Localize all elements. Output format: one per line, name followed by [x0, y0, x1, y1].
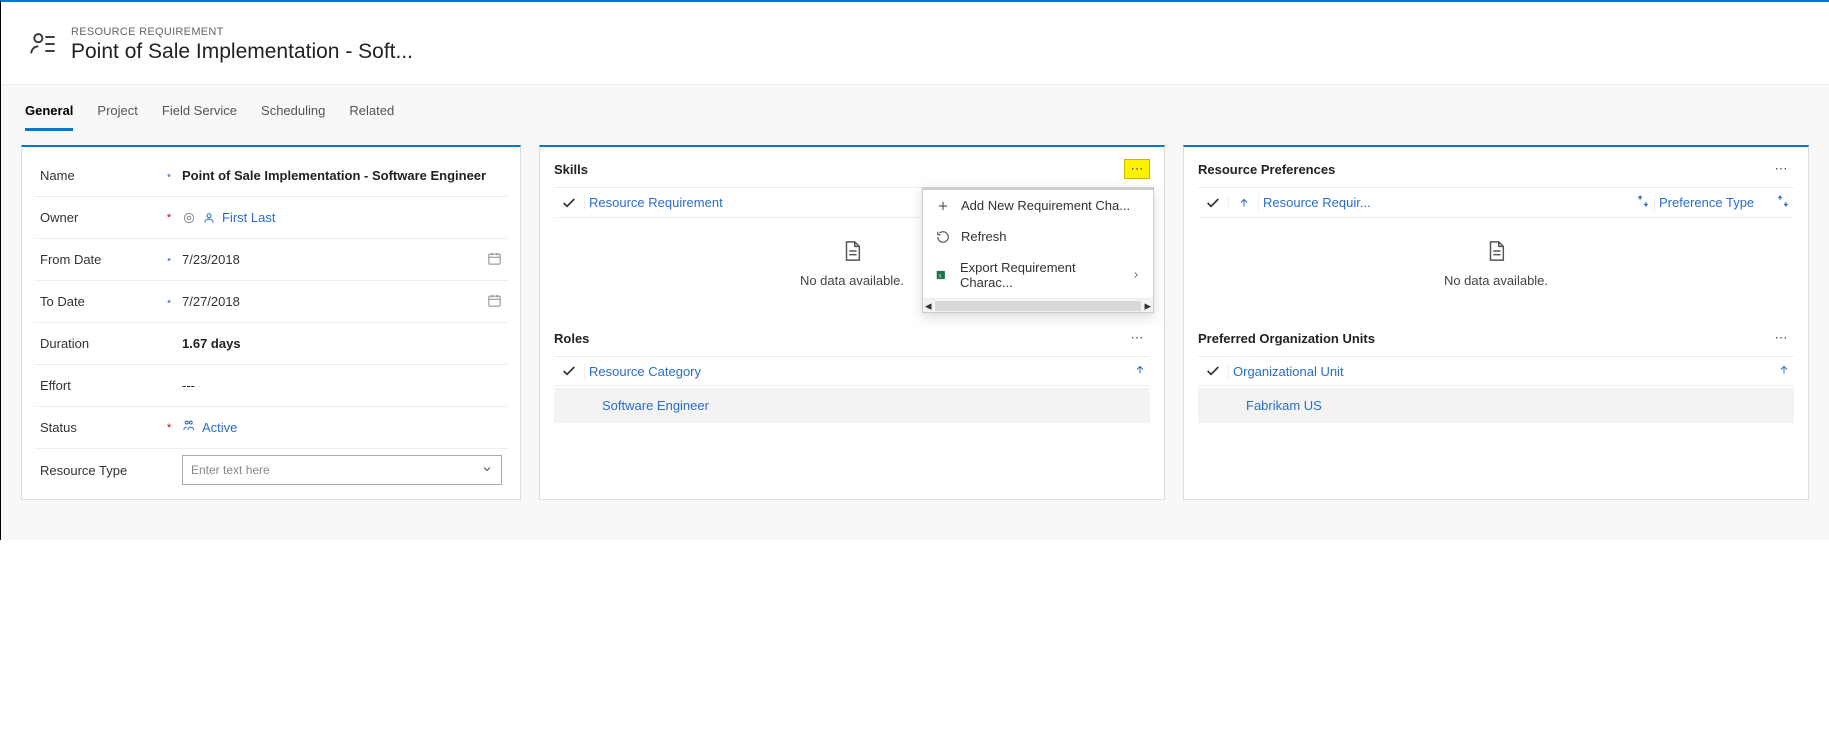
prefs-empty-state: No data available. — [1198, 218, 1794, 298]
owner-label: Owner — [40, 210, 162, 225]
duration-value: 1.67 days — [176, 336, 502, 351]
from-date-label: From Date — [40, 252, 162, 267]
tab-related[interactable]: Related — [349, 103, 394, 131]
col-preference-type[interactable]: Preference Type — [1654, 194, 1794, 211]
menu-export[interactable]: x Export Requirement Charac... — [923, 252, 1153, 298]
skills-title: Skills — [554, 162, 588, 177]
roles-row[interactable]: Software Engineer — [554, 388, 1150, 423]
skills-context-menu: Add New Requirement Cha... Refresh x Exp… — [922, 187, 1154, 313]
prefs-more-button[interactable]: ⋯ — [1768, 159, 1794, 179]
refresh-icon — [935, 230, 951, 244]
menu-add-new[interactable]: Add New Requirement Cha... — [923, 190, 1153, 221]
to-date-label: To Date — [40, 294, 162, 309]
page-title: Point of Sale Implementation - Soft... — [71, 40, 413, 64]
owner-value[interactable]: First Last — [222, 210, 275, 225]
page-header: RESOURCE REQUIREMENT Point of Sale Imple… — [1, 2, 1829, 84]
excel-icon: x — [935, 268, 950, 282]
sort-arrow-up-icon — [1134, 364, 1146, 379]
tab-project[interactable]: Project — [97, 103, 137, 131]
col-resource-requirement[interactable]: Resource Requir... — [1258, 194, 1654, 211]
tab-scheduling[interactable]: Scheduling — [261, 103, 325, 131]
to-date-value[interactable]: 7/27/2018 — [182, 294, 240, 309]
svg-text:x: x — [939, 273, 942, 279]
document-icon — [1198, 238, 1794, 273]
col-resource-category[interactable]: Resource Category — [584, 364, 1150, 379]
select-all-checkbox[interactable] — [1198, 363, 1228, 379]
resource-type-placeholder: Enter text here — [191, 463, 270, 477]
skills-more-button[interactable]: ⋯ — [1124, 159, 1150, 179]
name-value[interactable]: Point of Sale Implementation - Software … — [176, 168, 502, 183]
calendar-icon[interactable] — [487, 293, 502, 311]
sort-updown-icon — [1776, 194, 1790, 211]
status-icon — [182, 419, 196, 436]
locked-indicator: • — [162, 170, 176, 182]
resource-type-select[interactable]: Enter text here — [182, 455, 502, 485]
calendar-icon[interactable] — [487, 251, 502, 269]
col-org-unit[interactable]: Organizational Unit — [1228, 364, 1794, 379]
chevron-right-icon — [1131, 268, 1141, 283]
locked-indicator: • — [162, 296, 176, 308]
skills-roles-card: Skills ⋯ Resource Requirement Charac... — [539, 145, 1165, 500]
effort-label: Effort — [40, 378, 162, 393]
preferences-card: Resource Preferences ⋯ Resource Requir..… — [1183, 145, 1809, 500]
org-more-button[interactable]: ⋯ — [1768, 328, 1794, 348]
sort-updown-icon — [1636, 194, 1650, 211]
status-value[interactable]: Active — [202, 420, 237, 435]
resource-icon — [29, 30, 57, 61]
select-all-checkbox[interactable] — [554, 195, 584, 211]
owner-target-icon — [182, 211, 196, 225]
tab-bar: General Project Field Service Scheduling… — [21, 85, 1809, 131]
tab-field-service[interactable]: Field Service — [162, 103, 237, 131]
roles-more-button[interactable]: ⋯ — [1124, 328, 1150, 348]
details-card: Name • Point of Sale Implementation - So… — [21, 145, 521, 500]
select-all-checkbox[interactable] — [1198, 195, 1228, 211]
name-label: Name — [40, 168, 162, 183]
scroll-right-icon: ▸ — [1144, 298, 1151, 314]
prefs-title: Resource Preferences — [1198, 162, 1335, 177]
select-all-checkbox[interactable] — [554, 363, 584, 379]
effort-value[interactable]: --- — [176, 378, 502, 393]
menu-refresh[interactable]: Refresh — [923, 221, 1153, 252]
locked-indicator: • — [162, 254, 176, 266]
required-indicator: * — [162, 422, 176, 434]
status-label: Status — [40, 420, 162, 435]
chevron-down-icon — [481, 463, 493, 478]
resource-type-label: Resource Type — [40, 463, 162, 478]
menu-scrollbar[interactable]: ◂ ▸ — [923, 298, 1153, 312]
plus-icon — [935, 199, 951, 213]
scroll-left-icon: ◂ — [925, 298, 932, 314]
sort-arrow-up-icon[interactable] — [1228, 197, 1258, 209]
org-row[interactable]: Fabrikam US — [1198, 388, 1794, 423]
sort-arrow-up-icon — [1778, 364, 1790, 379]
from-date-value[interactable]: 7/23/2018 — [182, 252, 240, 267]
tab-general[interactable]: General — [25, 103, 73, 131]
roles-title: Roles — [554, 331, 589, 346]
page-eyebrow: RESOURCE REQUIREMENT — [71, 26, 413, 38]
required-indicator: * — [162, 212, 176, 224]
owner-person-icon — [202, 211, 216, 225]
org-title: Preferred Organization Units — [1198, 331, 1375, 346]
duration-label: Duration — [40, 336, 162, 351]
